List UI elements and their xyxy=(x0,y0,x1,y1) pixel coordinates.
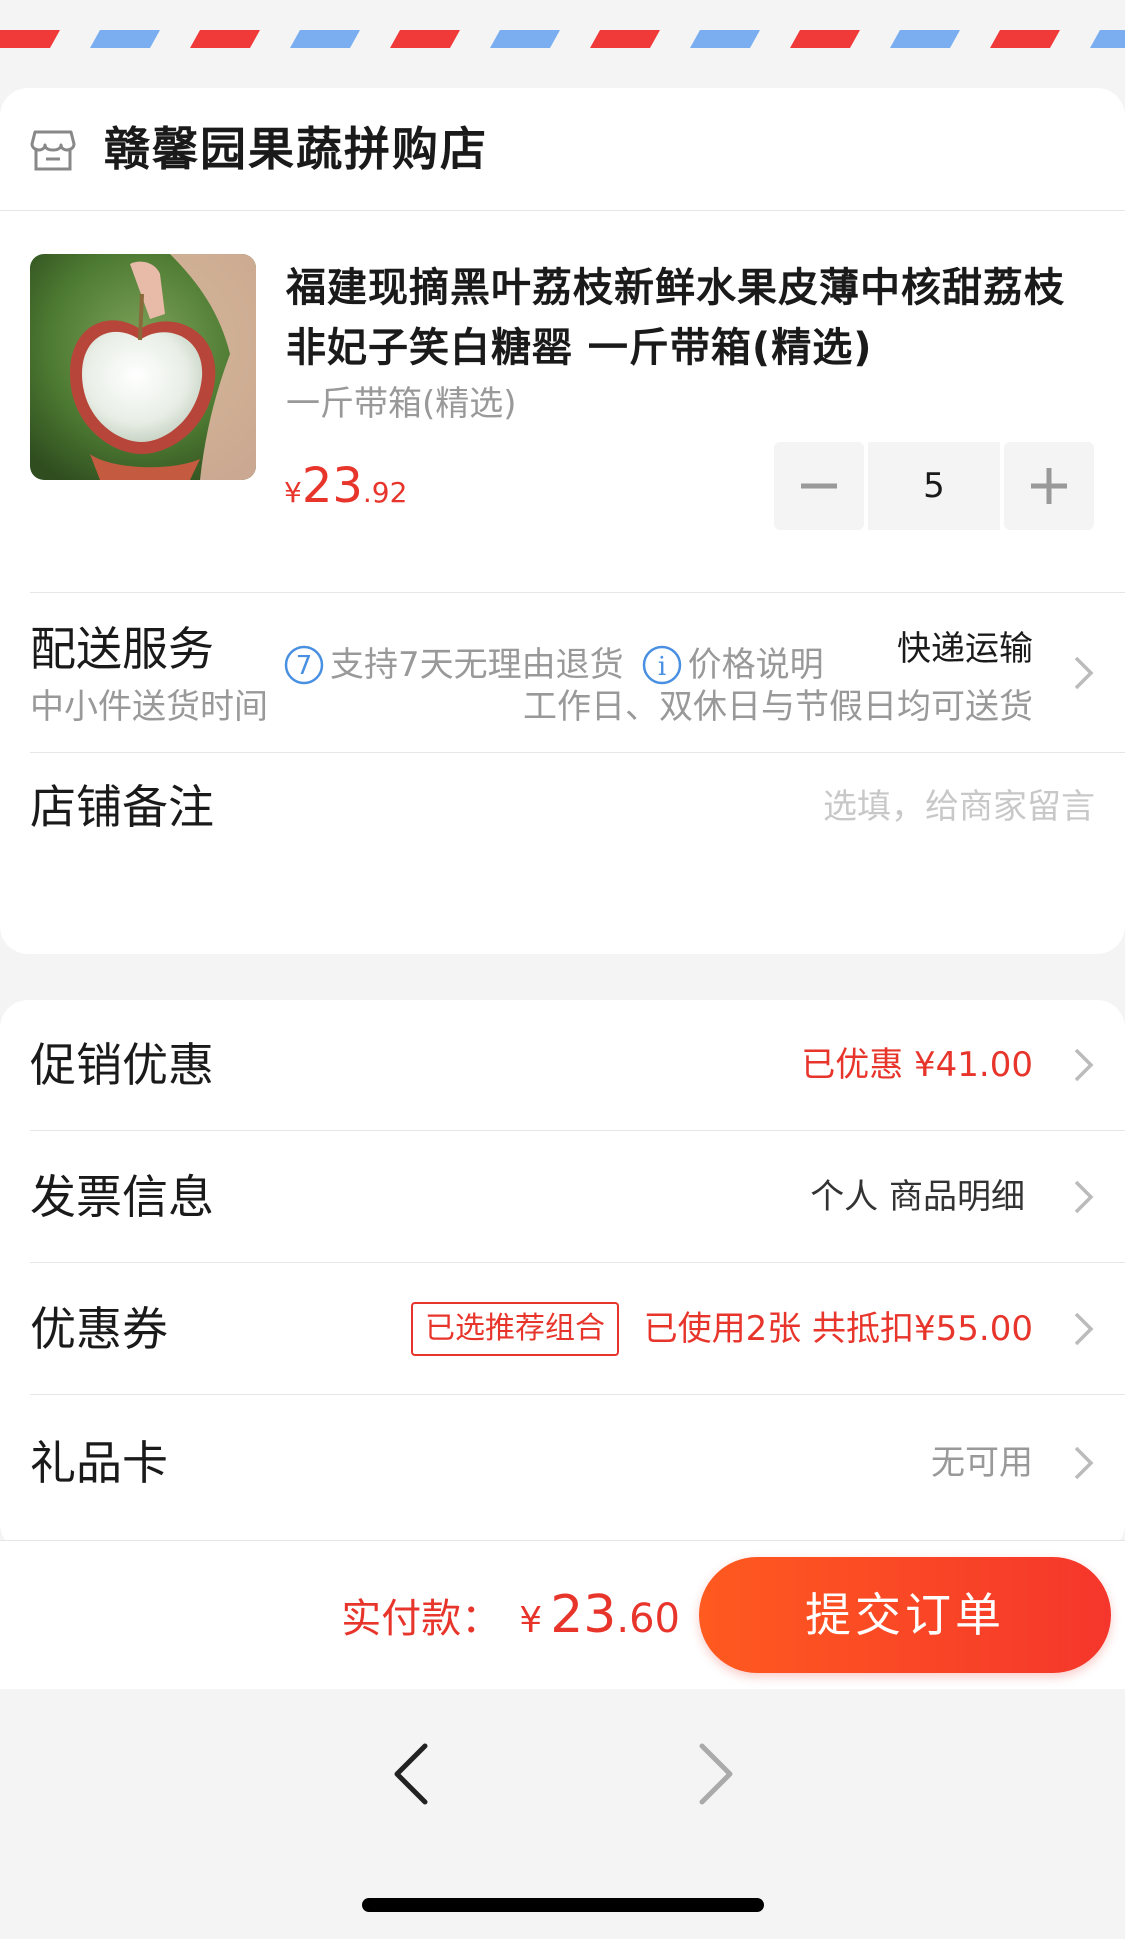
back-arrow-icon[interactable] xyxy=(385,1738,437,1810)
chevron-right-icon xyxy=(1074,1312,1094,1346)
giftcard-value: 无可用 xyxy=(931,1443,1033,1483)
divider xyxy=(30,1262,1125,1263)
plus-icon xyxy=(1031,468,1067,504)
divider xyxy=(30,752,1125,753)
airmail-stripe-graphic xyxy=(0,0,1125,48)
total-payment-label: 实付款： xyxy=(341,1596,502,1642)
total-payment-decimal: .60 xyxy=(616,1596,680,1642)
total-payment-integer: 23 xyxy=(550,1585,617,1645)
info-glyph: i xyxy=(657,652,665,682)
home-indicator[interactable] xyxy=(362,1898,764,1912)
giftcard-title: 礼品卡 xyxy=(30,1436,168,1490)
store-icon xyxy=(30,128,76,172)
info-icon: i xyxy=(642,645,682,685)
chevron-right-icon xyxy=(1074,1446,1094,1480)
product-spec: 一斤带箱(精选) xyxy=(286,384,517,424)
service-tags: 7 支持7天无理由退货 i 价格说明 xyxy=(284,638,824,688)
product-title[interactable]: 福建现摘黑叶荔枝新鲜水果皮薄中核甜荔枝非妃子笑白糖罂 一斤带箱(精选) xyxy=(286,258,1076,378)
quantity-value[interactable]: 5 xyxy=(868,442,1000,530)
coupon-recommended-badge: 已选推荐组合 xyxy=(411,1302,619,1356)
browser-toolbar xyxy=(0,1690,1125,1939)
forward-arrow-icon[interactable] xyxy=(690,1738,742,1810)
lychee-photo xyxy=(30,254,256,480)
increase-quantity-button[interactable] xyxy=(1004,442,1094,530)
invoice-title: 发票信息 xyxy=(30,1170,214,1224)
shop-note-title: 店铺备注 xyxy=(30,780,214,834)
divider xyxy=(30,1394,1125,1395)
minus-icon xyxy=(801,483,837,489)
total-payment: 实付款： ¥23.60 xyxy=(341,1575,680,1667)
product-image[interactable] xyxy=(30,254,256,480)
product-price: ¥23.92 xyxy=(284,456,407,527)
chevron-right-icon xyxy=(1074,1048,1094,1082)
decrease-quantity-button[interactable] xyxy=(774,442,864,530)
price-integer: 23 xyxy=(301,458,363,514)
quantity-stepper: 5 xyxy=(774,442,1094,530)
seven-day-return-icon: 7 xyxy=(284,645,324,685)
total-payment-currency: ¥ xyxy=(519,1600,543,1641)
coupon-title: 优惠券 xyxy=(30,1302,168,1356)
delivery-time-label: 中小件送货时间 xyxy=(30,687,268,727)
coupon-value: 已使用2张 共抵扣¥55.00 xyxy=(643,1309,1033,1349)
seven-day-glyph: 7 xyxy=(296,651,313,681)
invoice-value: 个人 商品明细 xyxy=(810,1177,1025,1217)
delivery-title: 配送服务 xyxy=(30,622,214,676)
shop-note-input[interactable]: 选填，给商家留言 xyxy=(823,782,1095,832)
divider xyxy=(30,592,1125,593)
delivery-time-value: 工作日、双休日与节假日均可送货 xyxy=(523,687,1033,727)
order-card: 赣馨园果蔬拼购店 福建现摘黑叶荔枝新鲜水果皮薄中核甜荔枝非妃子笑白糖罂 一斤带箱… xyxy=(0,88,1125,954)
airmail-stripe xyxy=(0,0,1125,48)
checkout-bar: 实付款： ¥23.60 提交订单 xyxy=(0,1540,1125,1689)
delivery-method: 快递运输 xyxy=(897,629,1033,669)
shop-header[interactable]: 赣馨园果蔬拼购店 xyxy=(0,88,1125,211)
promotion-value: 已优惠 ¥41.00 xyxy=(801,1045,1033,1085)
chevron-right-icon xyxy=(1074,1180,1094,1214)
submit-order-button[interactable]: 提交订单 xyxy=(699,1557,1111,1673)
discount-card: 促销优惠 已优惠 ¥41.00 发票信息 个人 商品明细 优惠券 已选推荐组合 … xyxy=(0,1000,1125,1552)
price-decimal: .92 xyxy=(362,476,408,509)
divider xyxy=(30,1130,1125,1131)
chevron-right-icon xyxy=(1074,656,1094,690)
promotion-title: 促销优惠 xyxy=(30,1038,214,1092)
shop-name: 赣馨园果蔬拼购店 xyxy=(104,122,488,176)
price-currency: ¥ xyxy=(284,476,302,509)
